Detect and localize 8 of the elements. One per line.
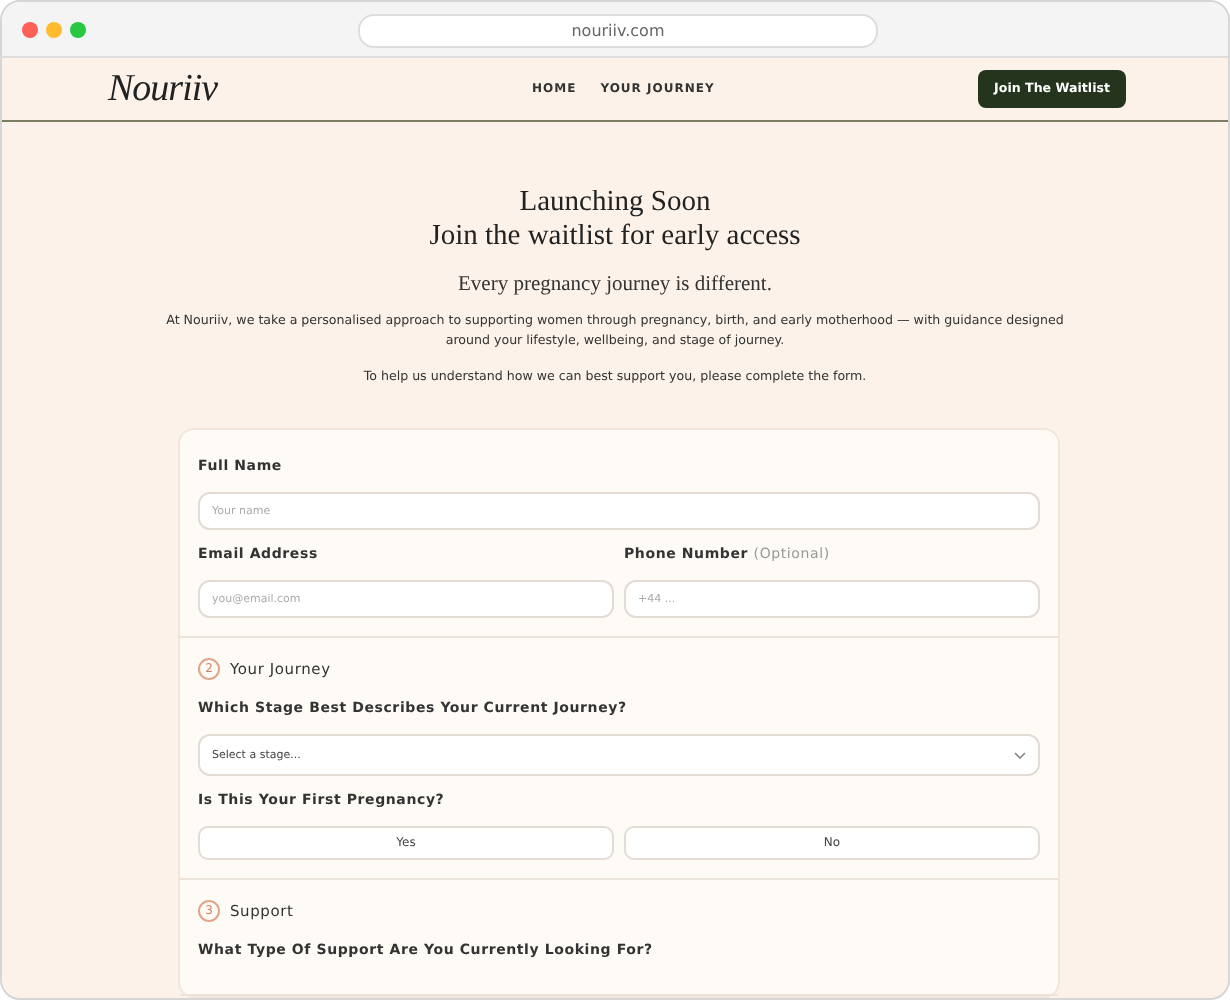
maximize-dot[interactable]: [70, 21, 86, 37]
logo[interactable]: Nouriiv: [108, 67, 532, 111]
hero-subtitle: Every pregnancy journey is different.: [458, 274, 772, 296]
hero-title: Launching Soon Join the waitlist for early access: [429, 186, 801, 254]
minimize-dot[interactable]: [46, 21, 62, 37]
chevron-down-icon: [1014, 751, 1026, 759]
address-bar[interactable]: nouriiv.com: [358, 14, 878, 48]
close-dot[interactable]: [22, 21, 38, 37]
